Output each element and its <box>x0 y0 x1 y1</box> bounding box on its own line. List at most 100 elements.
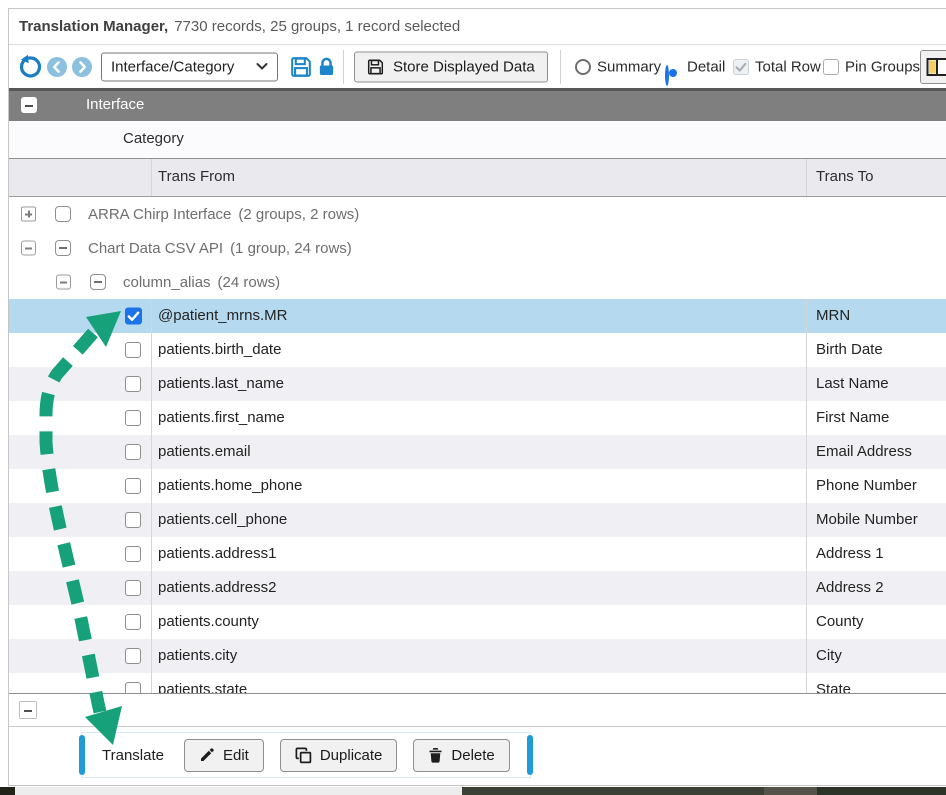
summary-radio[interactable] <box>575 59 591 75</box>
translate-panel-label: Translate <box>102 747 164 764</box>
group-checkbox[interactable] <box>55 206 71 222</box>
column-divider <box>806 673 807 694</box>
row-checkbox[interactable] <box>125 410 141 426</box>
cell-trans-from: patients.last_name <box>158 367 284 401</box>
total-row-checkbox[interactable] <box>733 59 749 75</box>
row-checkbox[interactable] <box>125 444 141 460</box>
action-area: Translate Edit Duplicate Delete <box>9 727 946 785</box>
save-icon <box>367 58 384 75</box>
group-row[interactable]: column_alias(24 rows) <box>9 265 946 299</box>
grouping-select[interactable]: Interface/Category <box>101 52 278 81</box>
toolbar-divider <box>343 50 344 84</box>
column-settings-button[interactable] <box>920 50 946 84</box>
collapse-icon[interactable] <box>21 241 36 256</box>
row-checkbox[interactable] <box>125 614 141 630</box>
collapse-icon[interactable] <box>21 97 37 113</box>
group-text: Chart Data CSV API(1 group, 24 rows) <box>88 231 352 265</box>
lock-icon[interactable] <box>317 56 336 77</box>
group-checkbox[interactable] <box>90 274 106 290</box>
trash-icon <box>428 747 443 763</box>
table-row[interactable]: patients.cityCity <box>9 639 946 673</box>
forward-icon[interactable] <box>72 57 92 77</box>
row-checkbox[interactable] <box>125 546 141 562</box>
group-row[interactable]: Chart Data CSV API(1 group, 24 rows) <box>9 231 946 265</box>
column-divider <box>806 503 807 537</box>
table-row[interactable]: patients.countyCounty <box>9 605 946 639</box>
store-displayed-data-label: Store Displayed Data <box>393 58 535 75</box>
column-header-row: Trans From Trans To <box>9 159 946 197</box>
table-row[interactable]: patients.emailEmail Address <box>9 435 946 469</box>
total-row-label: Total Row <box>755 58 821 75</box>
delete-button[interactable]: Delete <box>413 739 509 772</box>
group-label: ARRA Chirp Interface <box>88 206 231 223</box>
refresh-icon[interactable] <box>17 54 42 79</box>
table-row[interactable]: patients.last_nameLast Name <box>9 367 946 401</box>
summary-label: Summary <box>597 58 661 75</box>
table-rows: ARRA Chirp Interface(2 groups, 2 rows)Ch… <box>9 197 946 694</box>
column-divider <box>151 605 152 639</box>
pin-groups-checkbox[interactable] <box>823 59 839 75</box>
column-divider <box>151 537 152 571</box>
group-row[interactable]: ARRA Chirp Interface(2 groups, 2 rows) <box>9 197 946 231</box>
collapse-icon[interactable] <box>19 701 37 719</box>
row-checkbox[interactable] <box>125 648 141 664</box>
row-checkbox[interactable] <box>125 682 141 694</box>
row-checkbox[interactable] <box>125 512 141 528</box>
column-divider <box>806 299 807 333</box>
table-row[interactable]: patients.address2Address 2 <box>9 571 946 605</box>
page-title: Translation Manager, <box>19 18 168 35</box>
toolbar-divider <box>560 50 561 84</box>
column-divider <box>806 435 807 469</box>
table-row[interactable]: patients.address1Address 1 <box>9 537 946 571</box>
edit-button[interactable]: Edit <box>184 739 264 772</box>
group-header-interface-label: Interface <box>86 96 144 113</box>
row-checkbox[interactable] <box>125 308 142 325</box>
table-row[interactable]: @patient_mrns.MRMRN <box>9 299 946 333</box>
table-row[interactable]: patients.home_phonePhone Number <box>9 469 946 503</box>
edit-button-label: Edit <box>223 747 249 764</box>
group-text: ARRA Chirp Interface(2 groups, 2 rows) <box>88 197 359 231</box>
expand-icon[interactable] <box>21 207 36 222</box>
cell-trans-from: patients.state <box>158 673 247 694</box>
row-checkbox[interactable] <box>125 580 141 596</box>
table-row[interactable]: patients.birth_dateBirth Date <box>9 333 946 367</box>
cell-trans-to: Phone Number <box>816 469 917 503</box>
column-divider <box>151 673 152 694</box>
group-header-category: Category <box>9 121 946 159</box>
duplicate-button[interactable]: Duplicate <box>280 739 398 772</box>
table-row[interactable]: patients.first_nameFirst Name <box>9 401 946 435</box>
cell-trans-to: State <box>816 673 851 694</box>
detail-radio[interactable] <box>665 65 669 86</box>
group-label: Chart Data CSV API <box>88 240 223 257</box>
cell-trans-from: patients.city <box>158 639 237 673</box>
column-divider <box>806 401 807 435</box>
copy-icon <box>295 747 312 764</box>
column-header-trans-to[interactable]: Trans To <box>816 168 874 185</box>
save-icon[interactable] <box>290 56 312 78</box>
store-displayed-data-button[interactable]: Store Displayed Data <box>354 51 548 82</box>
group-header-category-label: Category <box>123 130 184 147</box>
back-icon[interactable] <box>47 57 67 77</box>
collapse-icon[interactable] <box>56 275 71 290</box>
window-edge-segment <box>764 787 817 795</box>
cell-trans-to: Email Address <box>816 435 912 469</box>
column-header-trans-from[interactable]: Trans From <box>158 168 235 185</box>
column-divider <box>806 639 807 673</box>
translation-manager-window: Translation Manager, 7730 records, 25 gr… <box>8 8 946 786</box>
table-row[interactable]: patients.cell_phoneMobile Number <box>9 503 946 537</box>
row-checkbox[interactable] <box>125 342 141 358</box>
table-row[interactable]: patients.state State <box>9 673 946 694</box>
group-checkbox[interactable] <box>55 240 71 256</box>
delete-button-label: Delete <box>451 747 494 764</box>
cell-trans-from: patients.first_name <box>158 401 285 435</box>
group-header-interface: Interface <box>9 88 946 121</box>
cell-trans-to: MRN <box>816 299 850 333</box>
row-checkbox[interactable] <box>125 478 141 494</box>
row-checkbox[interactable] <box>125 376 141 392</box>
column-divider <box>151 469 152 503</box>
cell-trans-to: Mobile Number <box>816 503 918 537</box>
window-edge-segment <box>15 787 462 795</box>
column-divider <box>151 401 152 435</box>
column-divider <box>806 159 807 196</box>
cell-trans-to: Birth Date <box>816 333 883 367</box>
